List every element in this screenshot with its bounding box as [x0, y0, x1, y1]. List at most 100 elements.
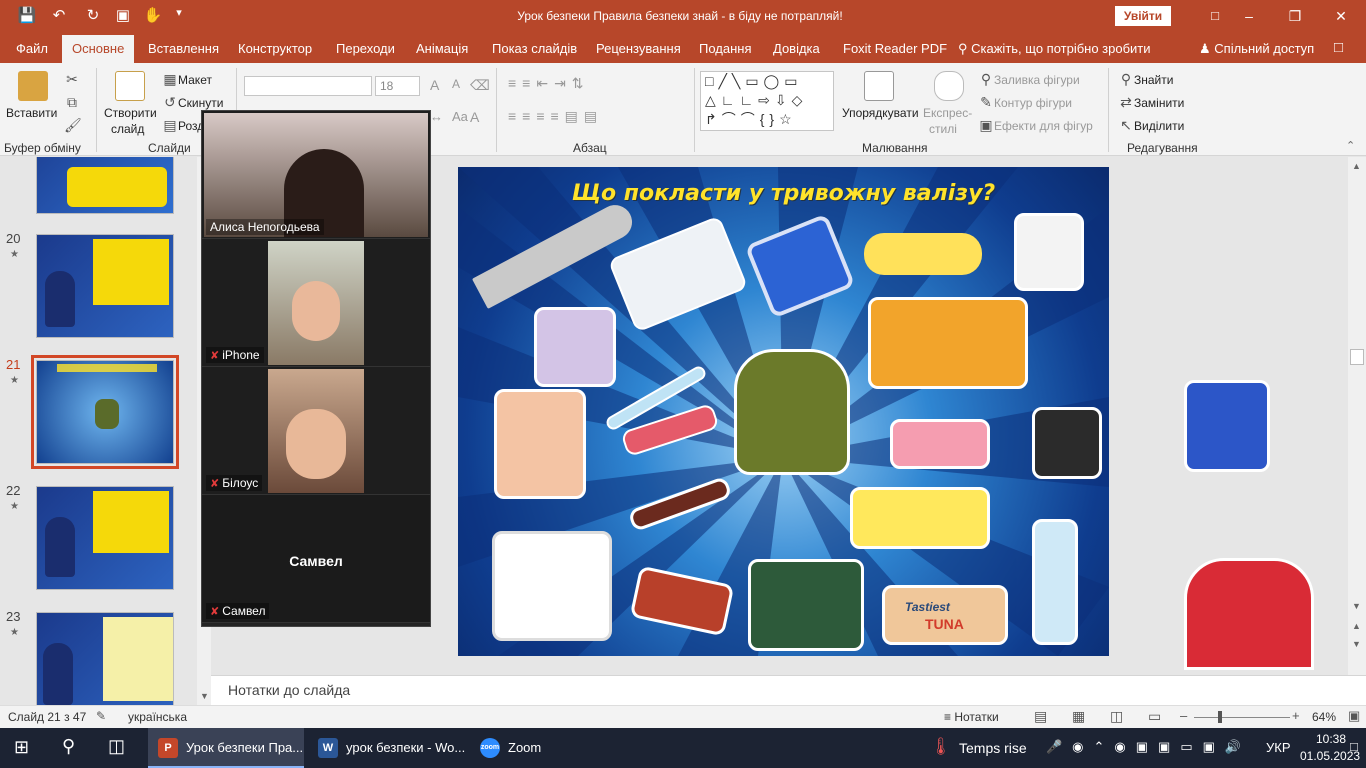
customize-quick-access-icon[interactable]: ▾ — [168, 6, 190, 19]
font-color-icon[interactable]: A — [470, 109, 479, 125]
shapes-gallery[interactable]: □╱╲▭◯▭ △∟∟⇨⇩◇ ↱⌒⌒{}☆ — [700, 71, 834, 131]
copy-icon[interactable]: ⧉ — [64, 94, 80, 111]
slide-title[interactable]: Що покласти у тривожну валізу? — [458, 181, 1109, 206]
next-slide-icon[interactable]: ▼ — [1352, 639, 1361, 649]
font-size-select[interactable]: 18 — [375, 76, 420, 96]
taskbar-powerpoint[interactable]: P Урок безпеки Пра... — [148, 728, 304, 768]
zoom-level[interactable]: 64% — [1312, 710, 1336, 724]
tab-help[interactable]: Довідка — [773, 41, 820, 56]
layout-button[interactable]: ▦Макет — [162, 71, 212, 88]
present-icon[interactable]: ▣ — [112, 6, 134, 24]
cut-icon[interactable]: ✂ — [64, 71, 80, 88]
previous-slide-icon[interactable]: ▲ — [1352, 621, 1361, 631]
undo-icon[interactable]: ↶ — [48, 6, 70, 24]
normal-view-icon[interactable]: ▤ — [1034, 708, 1047, 725]
shape-outline-button[interactable]: ✎ Контур фігури — [978, 94, 1072, 111]
char-spacing-icon[interactable]: ↔ — [430, 109, 443, 124]
zoom-slider[interactable] — [1194, 717, 1290, 718]
spellcheck-icon[interactable]: ✎ — [96, 709, 106, 723]
notes-pane[interactable]: Нотатки до слайда — [211, 675, 1366, 705]
restore-button[interactable]: ❐ — [1272, 4, 1318, 28]
red-backpack-offslide-image[interactable] — [1184, 558, 1314, 670]
tab-home[interactable]: Основне — [62, 35, 135, 63]
current-slide[interactable]: Що покласти у тривожну валізу? Tastiest … — [458, 167, 1109, 656]
quick-styles-icon[interactable] — [934, 71, 964, 101]
select-button[interactable]: ↖ Виділити — [1118, 117, 1184, 134]
participant-tile[interactable]: Алиса Непогодьева — [202, 111, 430, 239]
collapse-ribbon-icon[interactable]: ⌃ — [1346, 139, 1355, 152]
notes-toggle-button[interactable]: ≡ Нотатки — [944, 710, 999, 724]
list-formatting-icons[interactable]: ≡≡⇤⇥⇅ — [508, 75, 590, 92]
taskbar-word[interactable]: Wурок безпеки - Wo... — [308, 728, 465, 768]
system-tray-icons[interactable]: 🎤◉⌃◉▣▣▭▣🔊 — [1046, 739, 1251, 755]
share-button[interactable]: ♟ Спільний доступ — [1199, 41, 1314, 57]
thermometer-icon[interactable]: 🌡 — [930, 737, 952, 757]
tab-file[interactable]: Файл — [16, 41, 48, 56]
shape-fill-button[interactable]: ⚲ Заливка фігури — [978, 71, 1080, 88]
paste-button[interactable]: Вставити — [6, 106, 57, 120]
slide-sorter-icon[interactable]: ▦ — [1072, 708, 1085, 725]
search-icon[interactable]: ⚲ — [62, 736, 75, 757]
find-button[interactable]: ⚲ Знайти — [1118, 71, 1174, 88]
change-case-icon[interactable]: Aa — [452, 109, 468, 124]
touch-mode-icon[interactable]: ✋ — [142, 6, 164, 24]
decrease-font-icon[interactable]: A — [452, 77, 460, 91]
batteries-offslide-image[interactable] — [1184, 380, 1270, 472]
slide-thumbnail[interactable] — [36, 486, 174, 590]
fit-to-window-icon[interactable]: ▣ — [1348, 708, 1360, 724]
reading-view-icon[interactable]: ◫ — [1110, 708, 1123, 725]
increase-font-icon[interactable]: A — [430, 77, 439, 93]
new-slide-icon[interactable] — [115, 71, 145, 101]
tab-foxit[interactable]: Foxit Reader PDF — [843, 41, 947, 56]
slide-thumbnail-selected[interactable] — [31, 355, 179, 469]
scroll-up-icon[interactable]: ▲ — [1352, 161, 1361, 171]
participant-tile[interactable]: ✘ Білоус — [202, 367, 430, 495]
participant-tile[interactable]: Самвел ✘ Самвел — [202, 495, 430, 623]
format-painter-icon[interactable]: 🖌 — [64, 117, 82, 134]
quick-styles-button[interactable]: Експрес- — [923, 106, 972, 120]
tell-me-search[interactable]: ⚲ Скажіть, що потрібно зробити — [958, 41, 1151, 57]
reset-button[interactable]: ↺ Скинути — [162, 94, 223, 111]
new-slide-button[interactable]: Створити — [104, 106, 157, 120]
replace-button[interactable]: ⇄ Замінити — [1118, 94, 1184, 111]
scroll-down-icon[interactable]: ▼ — [1352, 601, 1361, 611]
tab-view[interactable]: Подання — [699, 41, 752, 56]
language-indicator[interactable]: українська — [128, 710, 187, 724]
comments-icon[interactable]: □ — [1334, 39, 1343, 56]
task-view-icon[interactable]: ◫ — [108, 736, 125, 757]
tab-review[interactable]: Рецензування — [596, 41, 681, 56]
slide-thumbnail[interactable] — [36, 612, 174, 705]
notifications-icon[interactable]: □ — [1350, 739, 1358, 754]
font-family-select[interactable] — [244, 76, 372, 96]
alignment-icons[interactable]: ≡≡≡≡▤▤ — [508, 108, 603, 125]
tab-transitions[interactable]: Переходи — [336, 41, 395, 56]
scroll-thumb[interactable] — [1350, 349, 1364, 365]
windows-start-icon[interactable]: ⊞ — [14, 737, 29, 758]
shape-effects-button[interactable]: ▣Ефекти для фігур — [978, 117, 1092, 134]
slide-thumbnail[interactable] — [36, 157, 174, 214]
input-language[interactable]: УКР — [1266, 740, 1291, 755]
taskbar-zoom[interactable]: zoom Zoom — [470, 728, 560, 768]
sign-in-button[interactable]: Увійти — [1115, 6, 1171, 26]
scroll-down-icon[interactable]: ▼ — [200, 691, 209, 701]
clock-time[interactable]: 10:38 — [1316, 732, 1346, 746]
paste-icon[interactable] — [18, 71, 48, 101]
clear-format-icon[interactable]: ⌫ — [470, 77, 490, 94]
slide-thumbnail[interactable] — [36, 234, 174, 338]
slide-scrollbar[interactable]: ▲ ▼ ▲ ▼ — [1348, 157, 1366, 675]
arrange-button[interactable]: Упорядкувати — [842, 106, 919, 120]
redo-icon[interactable]: ↻ — [82, 6, 104, 24]
minimize-button[interactable]: – — [1226, 4, 1272, 28]
save-icon[interactable]: 💾 — [16, 6, 38, 24]
arrange-icon[interactable] — [864, 71, 894, 101]
weather-text[interactable]: Temps rise — [959, 740, 1027, 756]
participant-tile[interactable]: ✘ iPhone — [202, 239, 430, 367]
tab-slideshow[interactable]: Показ слайдів — [492, 41, 577, 56]
close-button[interactable]: ✕ — [1318, 4, 1364, 28]
zoom-out-icon[interactable]: – — [1180, 708, 1187, 723]
zoom-in-icon[interactable]: + — [1292, 708, 1300, 723]
tab-insert[interactable]: Вставлення — [148, 41, 219, 56]
tab-design[interactable]: Конструктор — [238, 41, 312, 56]
slideshow-view-icon[interactable]: ▭ — [1148, 708, 1161, 725]
zoom-slider-thumb[interactable] — [1218, 711, 1222, 723]
